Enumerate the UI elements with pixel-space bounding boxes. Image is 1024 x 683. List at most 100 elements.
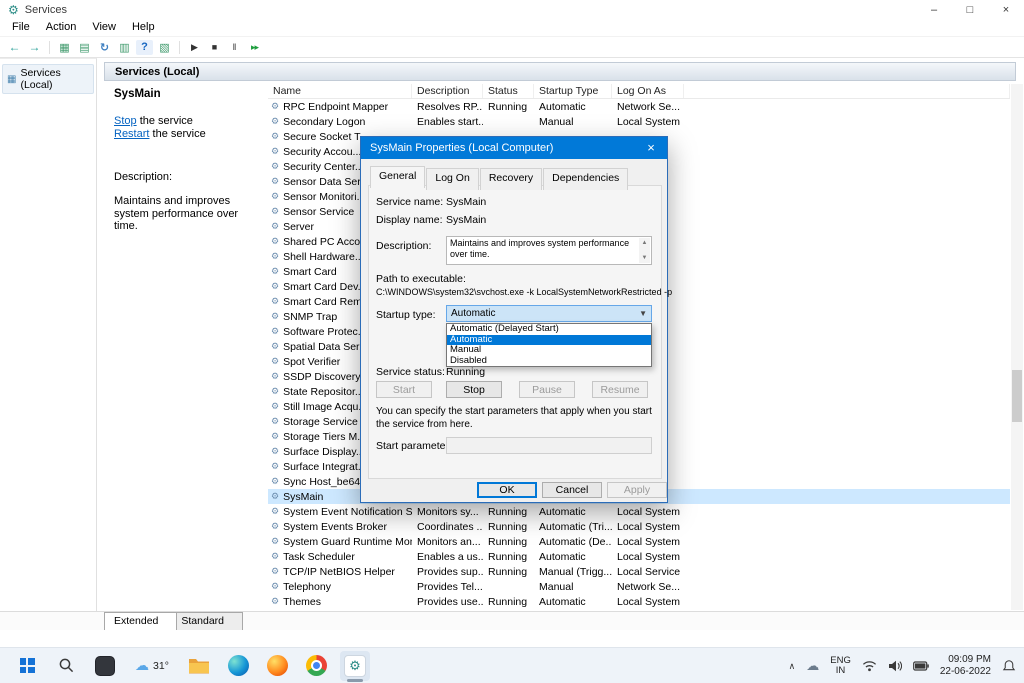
dropdown-option[interactable]: Automatic (Delayed Start): [447, 324, 651, 335]
scroll-up-icon[interactable]: ▲: [642, 238, 648, 249]
snapin-icon[interactable]: ▧: [156, 39, 173, 56]
edge-button[interactable]: [223, 651, 253, 681]
column-header-description[interactable]: Description: [412, 84, 483, 98]
export-list-icon[interactable]: ▤: [76, 39, 93, 56]
ok-button[interactable]: OK: [477, 482, 537, 498]
minimize-button[interactable]: –: [916, 0, 952, 20]
help-icon[interactable]: ?: [136, 40, 153, 55]
table-row[interactable]: ⚙System Event Notification S... Monitors…: [268, 504, 1010, 519]
resume-button[interactable]: Resume: [592, 381, 648, 398]
service-gear-icon: ⚙: [271, 551, 279, 562]
start-button[interactable]: Start: [376, 381, 432, 398]
properties-icon[interactable]: ▥: [116, 39, 133, 56]
windows-logo-icon: [20, 658, 35, 673]
maximize-button[interactable]: □: [952, 0, 988, 20]
dialog-close-icon[interactable]: ×: [635, 137, 667, 159]
toolbar: ← → ▦ ▤ ↻ ▥ ? ▧ ▶ ■ ‖ ▸▸: [0, 37, 1024, 58]
dialog-titlebar[interactable]: SysMain Properties (Local Computer): [361, 137, 667, 159]
tree-item-label: Services (Local): [20, 67, 89, 91]
weather-temperature: 31°: [153, 660, 169, 672]
chevron-down-icon: ▼: [639, 309, 647, 318]
pause-service-icon[interactable]: ‖: [226, 39, 243, 56]
menu-view[interactable]: View: [84, 20, 124, 36]
service-gear-icon: ⚙: [271, 461, 279, 472]
services-icon: ⚙: [344, 655, 366, 677]
startup-type-combobox[interactable]: Automatic ▼: [446, 305, 652, 322]
table-row[interactable]: ⚙TCP/IP NetBIOS Helper Provides sup... R…: [268, 564, 1010, 579]
column-header-name[interactable]: Name: [268, 84, 412, 98]
chrome-button[interactable]: [301, 651, 331, 681]
start-service-icon[interactable]: ▶: [186, 39, 203, 56]
search-button[interactable]: [51, 651, 81, 681]
battery-icon[interactable]: [913, 661, 929, 671]
tab-general[interactable]: General: [370, 166, 425, 188]
volume-icon[interactable]: [888, 660, 902, 672]
scroll-down-icon[interactable]: ▼: [642, 253, 648, 264]
tab-recovery[interactable]: Recovery: [480, 168, 542, 190]
service-status-value: Running: [446, 366, 485, 378]
stop-service-icon[interactable]: ■: [206, 39, 223, 56]
restart-service-icon[interactable]: ▸▸: [246, 39, 263, 56]
service-gear-icon: ⚙: [271, 371, 279, 382]
tab-standard[interactable]: Standard: [171, 612, 243, 630]
table-row[interactable]: ⚙System Events Broker Coordinates ... Ru…: [268, 519, 1010, 534]
stop-button[interactable]: Stop: [446, 381, 502, 398]
textarea-scrollbar[interactable]: ▲▼: [639, 238, 650, 263]
service-gear-icon: ⚙: [271, 491, 279, 502]
pause-button[interactable]: Pause: [519, 381, 575, 398]
table-row[interactable]: ⚙Task Scheduler Enables a us... Running …: [268, 549, 1010, 564]
notification-bell-icon[interactable]: [1002, 659, 1016, 673]
tree-item-services-local[interactable]: ▦ Services (Local): [2, 64, 94, 94]
menu-help[interactable]: Help: [124, 20, 163, 36]
column-header-logon-as[interactable]: Log On As: [612, 84, 684, 98]
stop-service-link[interactable]: Stop: [114, 115, 137, 127]
show-tree-icon[interactable]: ▦: [56, 39, 73, 56]
path-value: C:\WINDOWS\system32\svchost.exe -k Local…: [376, 287, 672, 297]
table-row[interactable]: ⚙Secondary Logon Enables start... Manual…: [268, 114, 1010, 129]
path-label: Path to executable:: [376, 273, 466, 285]
clock[interactable]: 09:09 PM 22-06-2022: [940, 654, 991, 678]
refresh-icon[interactable]: ↻: [96, 39, 113, 56]
service-name-value: SysMain: [446, 196, 486, 208]
back-icon[interactable]: ←: [6, 39, 23, 56]
general-tab-page: Service name: SysMain Display name: SysM…: [368, 185, 662, 479]
file-explorer-button[interactable]: [184, 651, 214, 681]
menubar: File Action View Help: [0, 20, 1024, 37]
start-button-taskbar[interactable]: [12, 651, 42, 681]
dropdown-option[interactable]: Disabled: [447, 356, 651, 367]
clock-time: 09:09 PM: [940, 654, 991, 666]
forward-icon[interactable]: →: [26, 39, 43, 56]
column-header-status[interactable]: Status: [483, 84, 534, 98]
dropdown-option[interactable]: Manual: [447, 345, 651, 356]
start-parameters-input[interactable]: [446, 437, 652, 454]
description-textarea[interactable]: Maintains and improves system performanc…: [446, 236, 652, 265]
restart-service-link[interactable]: Restart: [114, 128, 149, 140]
table-row[interactable]: ⚙RPC Endpoint Mapper Resolves RP... Runn…: [268, 99, 1010, 114]
scrollbar-thumb[interactable]: [1012, 370, 1022, 422]
close-button[interactable]: ×: [988, 0, 1024, 20]
onedrive-cloud-icon[interactable]: ☁: [806, 658, 819, 674]
wifi-icon[interactable]: [862, 660, 877, 672]
menu-action[interactable]: Action: [38, 20, 85, 36]
apply-button[interactable]: Apply: [607, 482, 667, 498]
service-gear-icon: ⚙: [271, 416, 279, 427]
list-scrollbar[interactable]: [1011, 84, 1023, 610]
table-row[interactable]: ⚙Telephony Provides Tel... Manual Networ…: [268, 579, 1010, 594]
tab-dependencies[interactable]: Dependencies: [543, 168, 628, 190]
tray-chevron-up-icon[interactable]: ∧: [789, 661, 796, 672]
task-view-button[interactable]: [90, 651, 120, 681]
table-row[interactable]: ⚙Themes Provides use... Running Automati…: [268, 594, 1010, 609]
window-title: Services: [25, 4, 67, 16]
language-switcher[interactable]: ENG IN: [830, 656, 851, 676]
services-taskbar-button[interactable]: ⚙: [340, 651, 370, 681]
column-header-startup-type[interactable]: Startup Type: [534, 84, 612, 98]
firefox-button[interactable]: [262, 651, 292, 681]
tab-log-on[interactable]: Log On: [426, 168, 478, 190]
cancel-button[interactable]: Cancel: [542, 482, 602, 498]
weather-widget[interactable]: ☁ 31°: [129, 651, 175, 681]
tab-extended[interactable]: Extended: [104, 612, 177, 630]
table-row[interactable]: ⚙System Guard Runtime Mon... Monitors an…: [268, 534, 1010, 549]
menu-file[interactable]: File: [4, 20, 38, 36]
stop-service-line: Stop the service: [114, 115, 258, 128]
services-app-icon: ⚙: [8, 3, 19, 17]
